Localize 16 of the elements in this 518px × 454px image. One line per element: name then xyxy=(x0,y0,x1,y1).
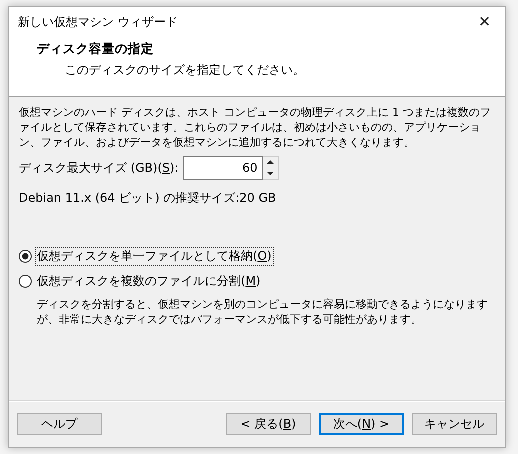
split-note-text: ディスクを分割すると、仮想マシンを別のコンピュータに容易に移動できるようになりますが、非常に大きなディスクではパフォーマンスが低下する可能性があります。 xyxy=(37,297,489,327)
window-title: 新しい仮想マシン ウィザード xyxy=(18,14,178,30)
radio-label[interactable]: 仮想ディスクを単一ファイルとして格納(O) xyxy=(35,247,274,266)
next-button[interactable]: 次へ(N) > xyxy=(319,413,404,435)
back-button[interactable]: < 戻る(B) xyxy=(226,413,311,435)
disk-size-label: ディスク最大サイズ (GB)(S): xyxy=(19,160,179,176)
disk-size-field[interactable]: 60 xyxy=(182,156,263,180)
step-title: ディスク容量の指定 xyxy=(37,41,155,58)
step-subtitle: このディスクのサイズを指定してください。 xyxy=(64,62,306,79)
cancel-button[interactable]: キャンセル xyxy=(412,413,497,435)
radio-button[interactable] xyxy=(19,250,32,263)
recommended-size-text: Debian 11.x (64 ビット) の推奨サイズ:20 GB xyxy=(19,190,278,207)
description-text: 仮想マシンのハード ディスクは、ホスト コンピュータの物理ディスク上に 1 つまたは複数のファイルとして保存されています。これらのファイルは、初めは小さいものの、アプリケーション、ファイル、およびデータを仮想マシンに追加するにつれて大きくなります。 xyxy=(19,105,492,150)
radio-button[interactable] xyxy=(19,275,32,288)
help-button[interactable]: ヘルプ xyxy=(17,413,102,435)
radio-label[interactable]: 仮想ディスクを複数のファイルに分割(M) xyxy=(35,272,263,291)
